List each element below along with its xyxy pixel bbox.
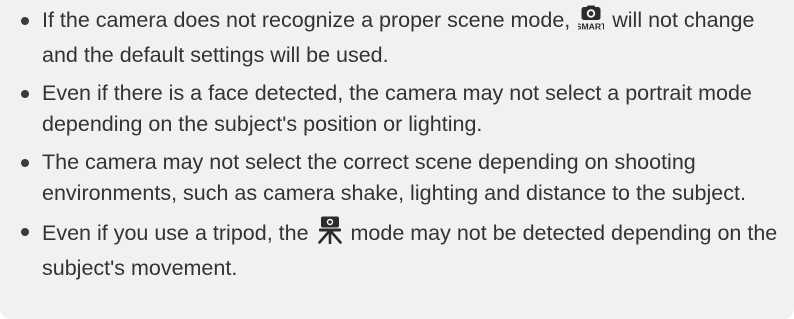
notes-list: If the camera does not recognize a prope… (20, 5, 780, 291)
note-text: Even if there is a face detected, the ca… (42, 81, 752, 136)
note-item: The camera may not select the correct sc… (20, 147, 780, 209)
note-item: Even if you use a tripod, the mode may n… (20, 216, 780, 284)
note-text: The camera may not select the correct sc… (42, 150, 746, 205)
smart-auto-mode-icon: SMART (576, 5, 607, 40)
notes-panel: If the camera does not recognize a prope… (0, 0, 794, 319)
note-text-start: Even if you use a tripod, the (42, 221, 309, 245)
note-item: Even if there is a face detected, the ca… (20, 78, 780, 140)
bullet-dot (21, 90, 29, 98)
bullet-dot (21, 228, 29, 236)
note-text-start: If the camera does not recognize a prope… (42, 8, 571, 32)
bullet-dot (21, 17, 29, 25)
tripod-mode-icon (317, 216, 343, 253)
smart-icon-label: SMART (578, 22, 604, 32)
bullet-dot (21, 159, 29, 167)
note-item: If the camera does not recognize a prope… (20, 5, 780, 71)
